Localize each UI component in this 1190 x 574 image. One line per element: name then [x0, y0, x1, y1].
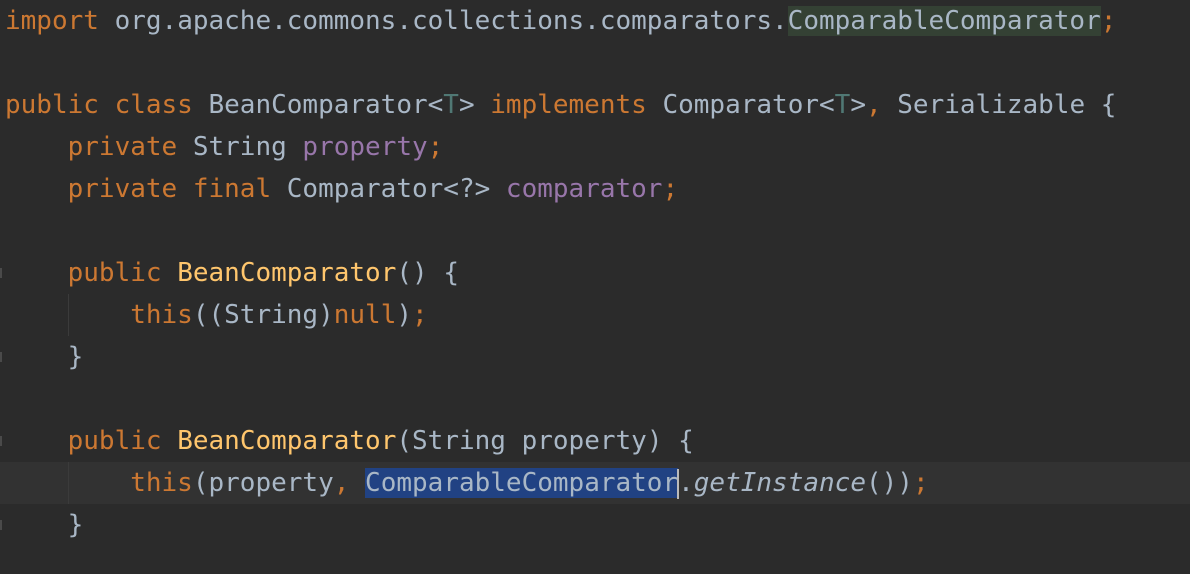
code-token: ()) — [865, 468, 913, 498]
indent-guide — [68, 294, 69, 336]
code-token: } — [5, 510, 84, 540]
code-token: public — [5, 426, 162, 456]
code-token: ; — [662, 174, 679, 204]
code-line[interactable]: public BeanComparator() { — [0, 252, 1190, 294]
code-token: this — [5, 468, 193, 498]
usage-highlight: ComparableComparator — [787, 6, 1101, 36]
fold-marker[interactable] — [0, 268, 2, 278]
code-token: Comparator< — [646, 90, 835, 120]
code-line[interactable]: this(property, ComparableComparator.getI… — [0, 462, 1190, 504]
code-token: String — [177, 132, 303, 162]
code-line-text[interactable]: this(property, ComparableComparator.getI… — [5, 462, 929, 504]
code-token: public — [5, 258, 162, 288]
code-token: > — [458, 90, 491, 120]
code-token: ((String) — [192, 300, 334, 330]
code-token: getInstance — [693, 468, 866, 498]
code-token: (property — [192, 468, 334, 498]
code-token: ; — [1100, 6, 1117, 36]
fold-marker[interactable] — [0, 352, 2, 362]
code-line-text[interactable]: private final Comparator<?> comparator; — [5, 168, 679, 210]
code-token: > — [850, 90, 866, 120]
code-line[interactable]: this((String)null); — [0, 294, 1190, 336]
code-token: ; — [427, 132, 444, 162]
code-line[interactable] — [0, 42, 1190, 84]
code-token: , — [865, 90, 882, 120]
code-token: comparator — [505, 174, 663, 204]
code-line[interactable]: import org.apache.commons.collections.co… — [0, 0, 1190, 42]
code-token: org.apache.commons.collections.comparato… — [98, 6, 788, 36]
indent-guide — [68, 462, 69, 504]
code-token: BeanComparator — [177, 426, 397, 456]
code-token: BeanComparator — [177, 258, 397, 288]
code-line-text[interactable]: public class BeanComparator<T> implement… — [5, 84, 1116, 126]
code-token: private — [5, 132, 178, 162]
code-token: private final — [5, 174, 272, 204]
code-token: Comparator<?> — [271, 174, 506, 204]
code-token: ) — [396, 300, 413, 330]
code-line-text[interactable]: import org.apache.commons.collections.co… — [5, 0, 1116, 42]
code-editor[interactable]: import org.apache.commons.collections.co… — [0, 0, 1190, 574]
code-token: this — [5, 300, 193, 330]
code-line-text[interactable]: public BeanComparator(String property) { — [5, 420, 694, 462]
code-line[interactable]: public BeanComparator(String property) { — [0, 420, 1190, 462]
selected-text: ComparableComparato — [365, 468, 663, 498]
code-token: (String property) { — [396, 426, 694, 456]
code-token: import — [5, 6, 99, 36]
code-line-text[interactable]: } — [5, 504, 84, 546]
code-line[interactable] — [0, 210, 1190, 252]
code-token: ; — [412, 300, 428, 330]
code-token: () { — [396, 258, 459, 288]
code-line[interactable]: } — [0, 336, 1190, 378]
code-line[interactable]: public class BeanComparator<T> implement… — [0, 84, 1190, 126]
code-line[interactable]: private final Comparator<?> comparator; — [0, 168, 1190, 210]
code-token: T — [834, 90, 851, 120]
code-token: T — [443, 90, 459, 120]
code-token: . — [678, 468, 694, 498]
code-line[interactable]: private String property; — [0, 126, 1190, 168]
code-line[interactable] — [0, 378, 1190, 420]
selected-text: r — [662, 468, 679, 498]
code-line[interactable]: } — [0, 504, 1190, 546]
code-token: public class — [5, 90, 193, 120]
fold-marker[interactable] — [0, 436, 2, 446]
code-token: } — [5, 342, 84, 372]
code-token: , — [333, 468, 366, 498]
code-token: implements — [490, 90, 647, 120]
code-line-text[interactable]: private String property; — [5, 126, 444, 168]
code-line-text[interactable]: public BeanComparator() { — [5, 252, 459, 294]
fold-marker[interactable] — [0, 520, 2, 530]
code-line-text[interactable]: } — [5, 336, 84, 378]
code-token: BeanComparator< — [192, 90, 444, 120]
code-token: Serializable { — [881, 90, 1117, 120]
code-token: property — [302, 132, 428, 162]
code-token: null — [333, 300, 397, 330]
code-token: ; — [912, 468, 929, 498]
